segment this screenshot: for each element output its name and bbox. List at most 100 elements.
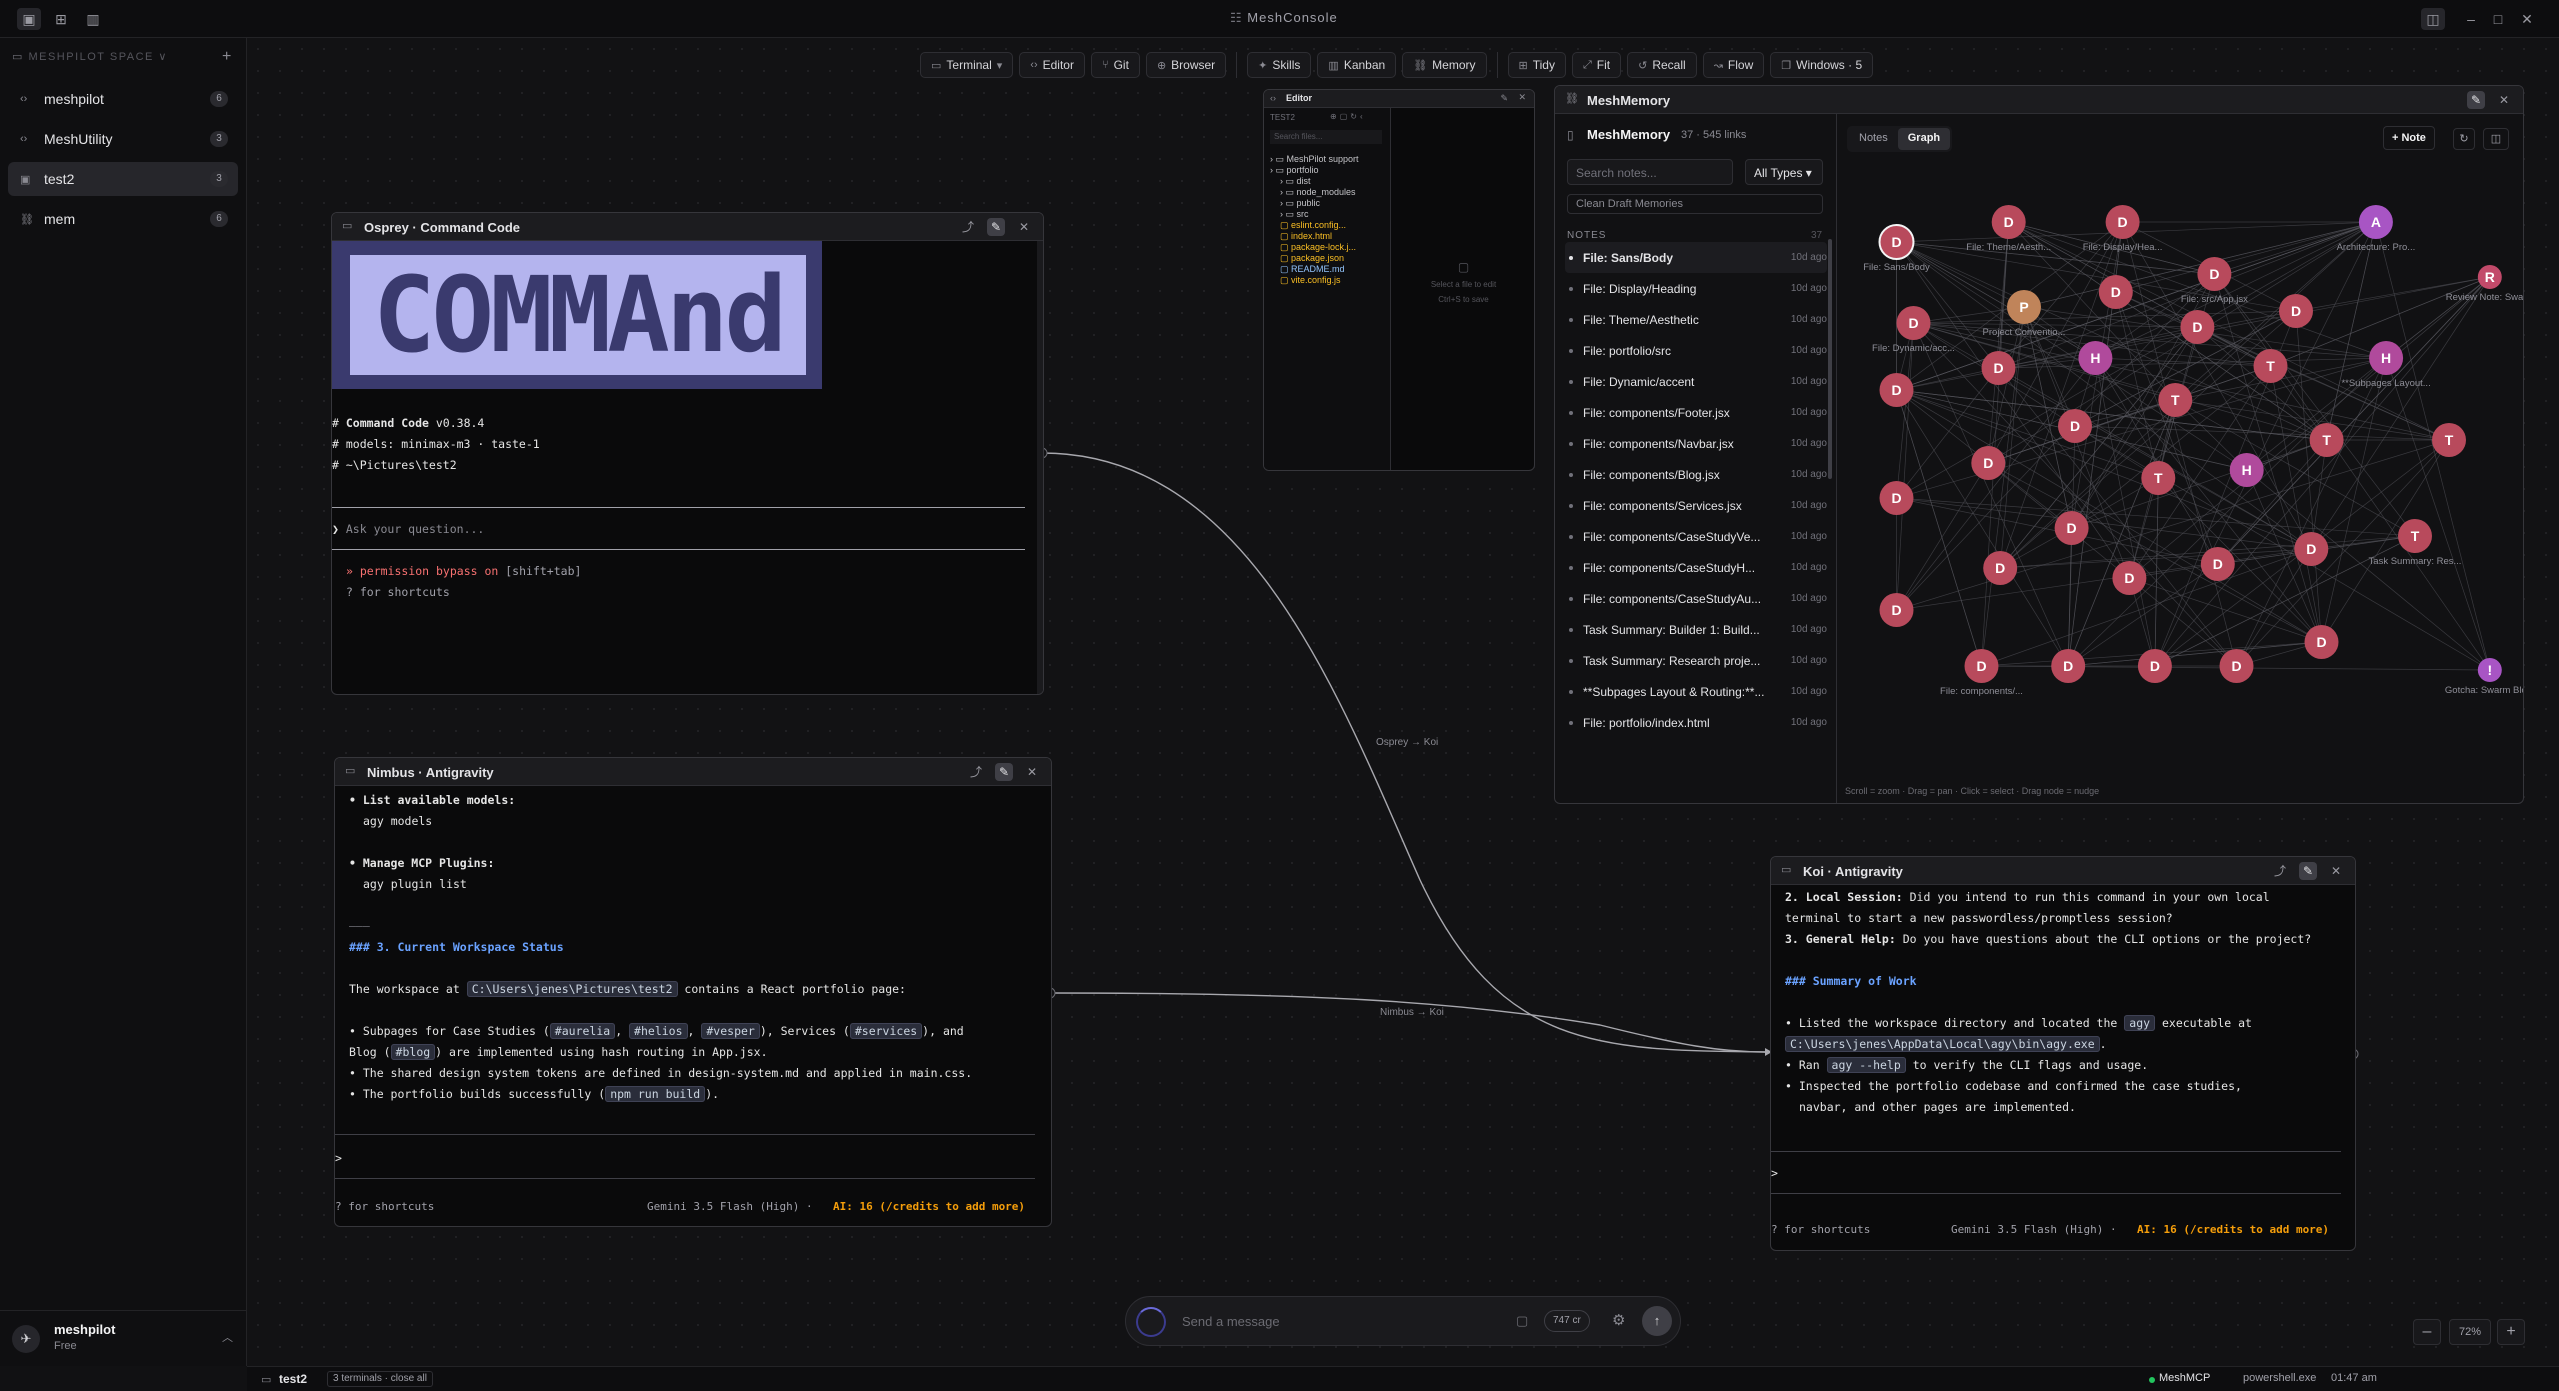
close-icon[interactable]: ✕ (1518, 92, 1526, 103)
chat-icon[interactable]: ▢ (1516, 1313, 1528, 1329)
pin-icon[interactable]: ✎ (987, 218, 1005, 236)
prompt-input[interactable]: > (335, 1148, 1035, 1169)
git-button[interactable]: ⑂ Git (1090, 52, 1140, 78)
file-item[interactable]: ▢ index.html (1280, 231, 1332, 242)
file-search-input[interactable]: Search files... (1270, 130, 1382, 144)
folder-item[interactable]: › ▭ node_modules (1280, 187, 1356, 198)
windows-button[interactable]: ❐ Windows · 5 (1770, 52, 1874, 78)
graph-node[interactable]: D File: components/... (1940, 649, 2023, 697)
note-item[interactable]: File: Display/Heading 10d ago (1565, 273, 1827, 304)
send-button[interactable]: ↑ (1642, 1306, 1672, 1336)
note-item[interactable]: File: Theme/Aesthetic 10d ago (1565, 304, 1827, 335)
zoom-in-button[interactable]: + (2497, 1319, 2525, 1345)
window-header[interactable]: ‹› Editor ✎ ✕ (1264, 90, 1534, 108)
folder-item[interactable]: › ▭ public (1280, 198, 1320, 209)
graph-node[interactable]: D File: Display/Hea... (2083, 205, 2163, 253)
pin-icon[interactable]: ✎ (2467, 91, 2485, 109)
note-item[interactable]: File: components/CaseStudyVe... 10d ago (1565, 521, 1827, 552)
graph-node[interactable]: D (1879, 593, 1914, 627)
file-item[interactable]: ▢ vite.config.js (1280, 275, 1341, 286)
file-item[interactable]: ▢ package.json (1280, 253, 1344, 264)
add-note-button[interactable]: + Note (2383, 126, 2435, 150)
graph-node[interactable]: D (2304, 625, 2339, 659)
tidy-button[interactable]: ⊞ Tidy (1507, 52, 1566, 78)
prompt-input[interactable]: > (1771, 1163, 2341, 1184)
note-item[interactable]: File: Dynamic/accent 10d ago (1565, 366, 1827, 397)
note-item[interactable]: File: Sans/Body 10d ago (1565, 242, 1827, 273)
nimbus-terminal-window[interactable]: ▭ Nimbus · Antigravity ⤴ ✎ ✕ • List avai… (334, 757, 1052, 1227)
message-input[interactable]: Send a message (1182, 1314, 1280, 1329)
graph-node[interactable]: D (2294, 532, 2329, 566)
graph-node[interactable]: ! Gotcha: Swarm Blo... (2445, 658, 2524, 696)
graph-node[interactable]: H (2078, 341, 2113, 375)
close-icon[interactable]: ✕ (1023, 763, 1041, 781)
terminals-count[interactable]: 3 terminals · close all (327, 1371, 433, 1387)
note-item[interactable]: File: portfolio/src 10d ago (1565, 335, 1827, 366)
browser-button[interactable]: ⊕ Browser (1145, 52, 1227, 78)
graph-node[interactable]: D (2180, 310, 2215, 344)
graph-node[interactable]: D (2219, 649, 2254, 683)
editor-window[interactable]: ‹› Editor ✎ ✕ TEST2 ⊕▢↻‹ Search files...… (1263, 89, 1535, 471)
graph-node[interactable]: T (2253, 349, 2288, 383)
note-item[interactable]: **Subpages Layout & Routing:**... 10d ago (1565, 676, 1827, 707)
graph-node[interactable]: R Review Note: Swar... (2446, 265, 2524, 303)
graph-node[interactable]: T (2309, 423, 2344, 457)
recall-button[interactable]: ↺ Recall (1627, 52, 1697, 78)
folder-item[interactable]: › ▭ MeshPilot support (1270, 154, 1359, 165)
folder-item[interactable]: › ▭ portfolio (1270, 165, 1319, 176)
file-item[interactable]: ▢ README.md (1280, 264, 1345, 275)
settings-gear-icon[interactable]: ⚙ (1612, 1311, 1625, 1329)
kanban-button[interactable]: ▥ Kanban (1317, 52, 1397, 78)
graph-panel[interactable]: Notes Graph + Note ↻ ◫ D File: Sans/Body D… (1837, 114, 2524, 803)
message-composer[interactable]: Send a message ▢ 747 cr ⚙ ↑ (1125, 1296, 1681, 1346)
graph-node[interactable]: D (2058, 409, 2092, 443)
folder-item[interactable]: › ▭ dist (1280, 176, 1311, 187)
note-item[interactable]: File: components/CaseStudyH... 10d ago (1565, 552, 1827, 583)
terminal-button[interactable]: ▭ Terminal ▾ (920, 52, 1014, 78)
pin-icon[interactable]: ✎ (1500, 93, 1508, 104)
close-icon[interactable]: ✕ (2327, 862, 2345, 880)
graph-node[interactable]: T (2141, 461, 2176, 495)
graph-node[interactable]: D (1971, 446, 2006, 480)
tab-notes[interactable]: Notes (1849, 128, 1898, 150)
graph-node[interactable]: T (2432, 423, 2466, 457)
note-item[interactable]: File: portfolio/index.html 10d ago (1565, 707, 1827, 738)
explorer-actions-icon[interactable]: ⊕▢↻‹ (1330, 112, 1366, 121)
note-item[interactable]: Task Summary: Builder 1: Build... 10d ago (1565, 614, 1827, 645)
note-item[interactable]: File: components/Blog.jsx 10d ago (1565, 459, 1827, 490)
connect-icon[interactable]: ⤴ (2271, 862, 2289, 880)
note-item[interactable]: Task Summary: Research proje... 10d ago (1565, 645, 1827, 676)
graph-node[interactable]: D (2279, 294, 2313, 328)
connect-icon[interactable]: ⤴ (967, 763, 985, 781)
close-icon[interactable]: ✕ (2495, 91, 2513, 109)
file-item[interactable]: ▢ eslint.config... (1280, 220, 1346, 231)
graph-node[interactable]: D (2137, 649, 2172, 683)
scrollbar[interactable] (1828, 239, 1832, 479)
window-header[interactable]: ▭ Osprey · Command Code ⤴ ✎ ✕ (332, 213, 1043, 241)
memory-button[interactable]: ⛓ Memory (1402, 52, 1487, 78)
pin-icon[interactable]: ✎ (995, 763, 1013, 781)
mcp-status[interactable]: MeshMCP (2159, 1372, 2210, 1384)
graph-node[interactable]: D (2054, 511, 2089, 545)
graph-node[interactable]: D (1879, 373, 1914, 407)
connect-icon[interactable]: ⤴ (959, 218, 977, 236)
prompt-input[interactable]: ❯ Ask your question... (332, 519, 1025, 540)
graph-node[interactable]: D (1879, 481, 1914, 515)
side-panel-icon[interactable]: ◫ (2483, 128, 2509, 150)
graph-node[interactable]: D (2051, 649, 2086, 683)
refresh-icon[interactable]: ↻ (2453, 128, 2475, 150)
memory-window[interactable]: ⛓ MeshMemory ✎ ✕ ▯ MeshMemory 37 · 545 l… (1554, 85, 2524, 804)
file-item[interactable]: ▢ package-lock.j... (1280, 242, 1356, 253)
graph-node[interactable]: D File: Sans/Body (1863, 224, 1930, 273)
window-header[interactable]: ▭ Nimbus · Antigravity ⤴ ✎ ✕ (335, 758, 1051, 786)
note-item[interactable]: File: components/Services.jsx 10d ago (1565, 490, 1827, 521)
note-item[interactable]: File: components/Navbar.jsx 10d ago (1565, 428, 1827, 459)
graph-node[interactable]: D (2200, 547, 2235, 581)
scrollbar[interactable] (1037, 241, 1043, 694)
graph-node[interactable]: D (2112, 561, 2147, 595)
note-item[interactable]: File: components/CaseStudyAu... 10d ago (1565, 583, 1827, 614)
folder-item[interactable]: › ▭ src (1280, 209, 1309, 220)
graph-node[interactable]: D File: Theme/Aesth... (1966, 205, 2051, 253)
flow-button[interactable]: ↝ Flow (1702, 52, 1765, 78)
graph-node[interactable]: D File: Dynamic/acc... (1872, 306, 1955, 354)
